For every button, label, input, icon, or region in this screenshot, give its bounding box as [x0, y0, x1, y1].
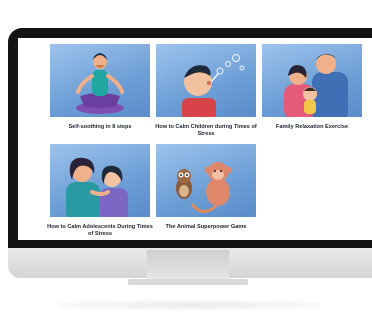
- card-thumbnail[interactable]: [262, 44, 362, 117]
- article-card-calm-adolescents[interactable]: How to Calm Adolescents During Times of …: [47, 144, 153, 237]
- card-thumbnail[interactable]: [50, 44, 150, 117]
- meditating-man-illustration: [76, 53, 124, 114]
- family-hug-illustration: [284, 54, 348, 117]
- article-card-calm-children[interactable]: How to Calm Children during Times of Str…: [155, 44, 257, 137]
- monitor-stand-base: [128, 279, 248, 285]
- owl-and-monkey-illustration: [176, 162, 232, 213]
- monitor-shadow: [60, 300, 320, 310]
- card-thumbnail[interactable]: [50, 144, 150, 217]
- card-thumbnail[interactable]: [156, 144, 256, 217]
- article-card-family-relaxation[interactable]: Family Relaxation Exercise: [262, 44, 362, 136]
- card-title[interactable]: How to Calm Children during Times of Str…: [150, 124, 262, 138]
- card-title[interactable]: Self-soothing in 8 steps: [44, 124, 156, 131]
- card-title[interactable]: The Animal Superpower Game: [150, 224, 262, 231]
- article-card-animal-superpower[interactable]: The Animal Superpower Game: [156, 144, 256, 236]
- monitor-screen: Self-soothing in 8 steps How to Calm Chi…: [18, 38, 372, 240]
- child-blowing-bubbles-illustration: [182, 54, 245, 117]
- mother-and-teen-illustration: [66, 157, 128, 217]
- card-title[interactable]: Family Relaxation Exercise: [256, 124, 368, 131]
- desktop-monitor: Self-soothing in 8 steps How to Calm Chi…: [8, 28, 372, 283]
- monitor-bezel: Self-soothing in 8 steps How to Calm Chi…: [8, 28, 372, 248]
- card-thumbnail[interactable]: [156, 44, 256, 117]
- monitor-stand: [147, 250, 229, 280]
- article-card-self-soothing[interactable]: Self-soothing in 8 steps: [50, 44, 150, 136]
- card-title[interactable]: How to Calm Adolescents During Times of …: [44, 224, 156, 238]
